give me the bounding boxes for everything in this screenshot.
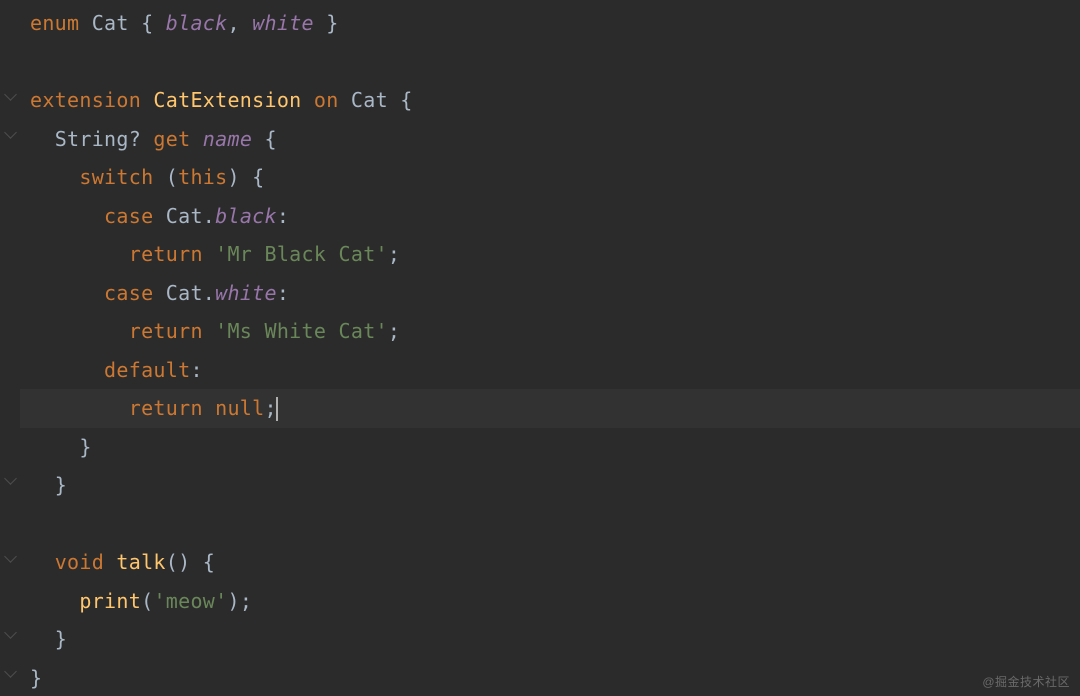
fold-chevron-icon[interactable] <box>4 626 17 639</box>
watermark: @掘金技术社区 <box>982 673 1070 690</box>
code-line[interactable]: void talk() { <box>20 543 1080 582</box>
code-line[interactable]: extension CatExtension on Cat { <box>20 81 1080 120</box>
code-line[interactable]: } <box>20 659 1080 696</box>
fold-chevron-icon[interactable] <box>4 550 17 563</box>
code-area[interactable]: enum Cat { black, white } extension CatE… <box>20 0 1080 696</box>
fold-chevron-icon[interactable] <box>4 126 17 139</box>
code-line[interactable]: } <box>20 428 1080 467</box>
code-line-blank[interactable] <box>20 43 1080 82</box>
code-line[interactable]: return 'Mr Black Cat'; <box>20 235 1080 274</box>
code-line[interactable]: enum Cat { black, white } <box>20 4 1080 43</box>
code-line[interactable]: return 'Ms White Cat'; <box>20 312 1080 351</box>
fold-chevron-icon[interactable] <box>4 665 17 678</box>
code-line-active[interactable]: return null; <box>20 389 1080 428</box>
code-line[interactable]: switch (this) { <box>20 158 1080 197</box>
fold-chevron-icon[interactable] <box>4 88 17 101</box>
code-line[interactable]: print('meow'); <box>20 582 1080 621</box>
code-line[interactable]: default: <box>20 351 1080 390</box>
text-cursor-icon <box>276 397 278 421</box>
code-line[interactable]: String? get name { <box>20 120 1080 159</box>
code-editor[interactable]: enum Cat { black, white } extension CatE… <box>0 0 1080 696</box>
code-line[interactable]: } <box>20 620 1080 659</box>
fold-gutter <box>0 0 20 696</box>
fold-chevron-icon[interactable] <box>4 472 17 485</box>
code-line[interactable]: case Cat.white: <box>20 274 1080 313</box>
code-line-blank[interactable] <box>20 505 1080 544</box>
code-line[interactable]: case Cat.black: <box>20 197 1080 236</box>
code-line[interactable]: } <box>20 466 1080 505</box>
